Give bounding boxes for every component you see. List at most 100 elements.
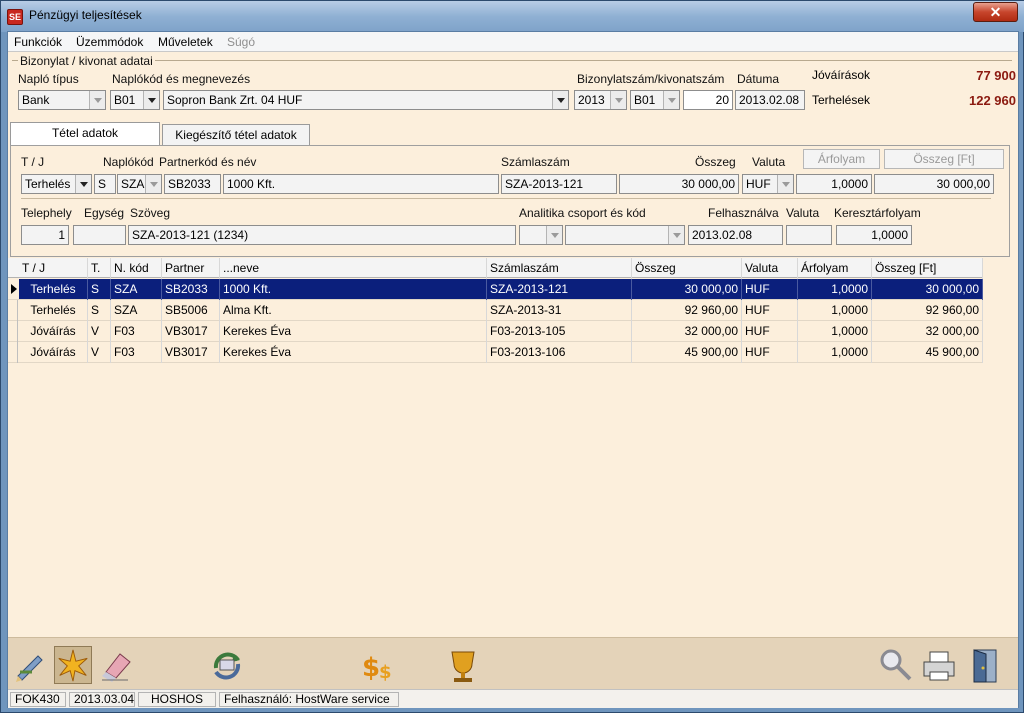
chevron-down-icon[interactable] xyxy=(668,226,684,244)
bizonylat-code-select[interactable]: B01 xyxy=(630,90,680,110)
osszeg-ft-field[interactable]: 30 000,00 xyxy=(874,174,994,194)
naplokod-select[interactable]: B01 xyxy=(110,90,160,110)
cell-szamlaszam: SZA-2013-121 xyxy=(487,279,632,300)
cell-nkod: SZA xyxy=(111,300,162,321)
cell-osszeg: 92 960,00 xyxy=(632,300,742,321)
row-selector[interactable] xyxy=(8,300,18,321)
cell-t: V xyxy=(88,321,111,342)
telephely-field[interactable]: 1 xyxy=(21,225,69,245)
application-window: SE Pénzügyi teljesítések ✕ Funkciók Üzem… xyxy=(0,0,1024,713)
analitika-kod-select[interactable] xyxy=(565,225,685,245)
egyseg-label: Egység xyxy=(84,206,125,220)
naplo-tipus-value: Bank xyxy=(22,93,50,107)
jovairasok-label: Jóváírások xyxy=(812,68,871,82)
tab-tetel-adatok[interactable]: Tétel adatok xyxy=(10,122,160,146)
menu-funkciok[interactable]: Funkciók xyxy=(14,35,62,49)
table-row[interactable]: Jóváírás V F03 VB3017 Kerekes Éva F03-2013-10… xyxy=(8,342,983,363)
arfolyam-field[interactable]: 1,0000 xyxy=(796,174,872,194)
chevron-down-icon[interactable] xyxy=(145,175,161,193)
trophy-cup-icon[interactable] xyxy=(444,646,482,684)
bizonylat-year-select[interactable]: 2013 xyxy=(574,90,627,110)
detail-separator xyxy=(21,198,991,199)
partner-code-field[interactable]: SB2033 xyxy=(164,174,221,194)
star-burst-button[interactable] xyxy=(54,646,92,684)
column-header-nkod[interactable]: N. kód xyxy=(111,258,162,279)
osszeg-field[interactable]: 30 000,00 xyxy=(619,174,739,194)
chevron-down-icon[interactable] xyxy=(89,91,105,109)
table-row[interactable]: Jóváírás V F03 VB3017 Kerekes Éva F03-2013-10… xyxy=(8,321,983,342)
chevron-down-icon[interactable] xyxy=(610,91,626,109)
exit-door-icon[interactable] xyxy=(966,646,1004,684)
cell-arfolyam: 1,0000 xyxy=(798,342,872,363)
cell-nkod: SZA xyxy=(111,279,162,300)
menu-bar: Funkciók Üzemmódok Műveletek Súgó xyxy=(8,32,1018,52)
chevron-down-icon[interactable] xyxy=(777,175,793,193)
cell-szamlaszam: SZA-2013-31 xyxy=(487,300,632,321)
chevron-down-icon[interactable] xyxy=(663,91,679,109)
printer-icon[interactable] xyxy=(920,646,958,684)
partner-name-field[interactable]: 1000 Kft. xyxy=(223,174,499,194)
naplo-name-select[interactable]: Sopron Bank Zrt. 04 HUF xyxy=(163,90,569,110)
osszeg-ft-button[interactable]: Összeg [Ft] xyxy=(884,149,1004,169)
chevron-down-icon[interactable] xyxy=(75,175,91,193)
status-date: 2013.03.04 xyxy=(69,692,135,707)
jovairasok-value: 77 900 xyxy=(976,68,1016,83)
detail-naplokod-select[interactable]: SZA xyxy=(117,174,162,194)
cell-osszeg-ft: 92 960,00 xyxy=(872,300,983,321)
row-selector[interactable] xyxy=(8,342,18,363)
column-header-arfolyam[interactable]: Árfolyam xyxy=(798,258,872,279)
table-row[interactable]: Terhelés S SZA SB2033 1000 Kft. SZA-2013-121 3… xyxy=(8,279,983,300)
cell-valuta: HUF xyxy=(742,321,798,342)
column-header-neve[interactable]: ...neve xyxy=(220,258,487,279)
datum-field[interactable]: 2013.02.08 xyxy=(735,90,805,110)
close-button[interactable]: ✕ xyxy=(973,2,1018,22)
cell-szamlaszam: F03-2013-106 xyxy=(487,342,632,363)
cell-osszeg: 45 900,00 xyxy=(632,342,742,363)
naplokod-s-field[interactable]: S xyxy=(94,174,116,194)
cell-arfolyam: 1,0000 xyxy=(798,300,872,321)
table-row[interactable]: Terhelés S SZA SB5006 Alma Kft. SZA-2013-31 92… xyxy=(8,300,983,321)
edit-pen-icon[interactable] xyxy=(12,646,50,684)
column-header-szamlaszam[interactable]: Számlaszám xyxy=(487,258,632,279)
bizonylat-number-input[interactable]: 20 xyxy=(683,90,733,110)
column-header-osszeg-ft[interactable]: Összeg [Ft] xyxy=(872,258,983,279)
menu-uzemmodok[interactable]: Üzemmódok xyxy=(76,35,143,49)
tab-kiegeszito-tetel-adatok[interactable]: Kiegészítő tétel adatok xyxy=(162,124,310,146)
arfolyam-button[interactable]: Árfolyam xyxy=(803,149,880,169)
magnifier-icon[interactable] xyxy=(876,646,914,684)
column-header-tj[interactable]: T / J xyxy=(19,258,88,279)
cell-nkod: F03 xyxy=(111,321,162,342)
menu-muveletek[interactable]: Műveletek xyxy=(158,35,213,49)
chevron-down-icon[interactable] xyxy=(552,91,568,109)
refresh-cycle-icon[interactable] xyxy=(208,646,246,684)
svg-text:$: $ xyxy=(379,662,392,683)
szamlaszam-field[interactable]: SZA-2013-121 xyxy=(501,174,617,194)
bizonylat-label: Bizonylatszám/kivonatszám xyxy=(577,72,725,86)
table-header: T / J T. N. kód Partner ...neve Számlasz… xyxy=(8,258,983,279)
cell-t: S xyxy=(88,300,111,321)
column-header-valuta[interactable]: Valuta xyxy=(742,258,798,279)
cell-tj: Terhelés xyxy=(19,279,88,300)
currency-dollar-icon[interactable]: $$ xyxy=(360,646,398,684)
header-group-border xyxy=(12,60,1012,61)
column-header-partner[interactable]: Partner xyxy=(162,258,220,279)
chevron-down-icon[interactable] xyxy=(143,91,159,109)
analitika-csoport-select[interactable] xyxy=(519,225,563,245)
column-header-osszeg[interactable]: Összeg xyxy=(632,258,742,279)
egyseg-field[interactable] xyxy=(73,225,126,245)
naplo-tipus-select[interactable]: Bank xyxy=(18,90,106,110)
row-selector[interactable] xyxy=(8,321,18,342)
tj-select[interactable]: Terhelés xyxy=(21,174,92,194)
felhasznalva-field[interactable]: 2013.02.08 xyxy=(688,225,783,245)
cell-t: V xyxy=(88,342,111,363)
column-header-t[interactable]: T. xyxy=(88,258,111,279)
valuta2-field[interactable] xyxy=(786,225,832,245)
szoveg-field[interactable]: SZA-2013-121 (1234) xyxy=(128,225,516,245)
valuta-select[interactable]: HUF xyxy=(742,174,794,194)
naplokod-value: B01 xyxy=(114,93,136,107)
chevron-down-icon[interactable] xyxy=(546,226,562,244)
partner-label: Partnerkód és név xyxy=(159,155,257,169)
menu-sugo[interactable]: Súgó xyxy=(227,35,255,49)
kereszt-field[interactable]: 1,0000 xyxy=(836,225,912,245)
eraser-icon[interactable] xyxy=(98,646,136,684)
